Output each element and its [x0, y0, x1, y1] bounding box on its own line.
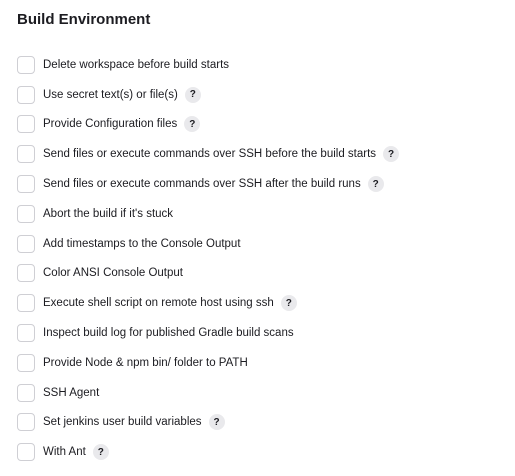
option-label[interactable]: Add timestamps to the Console Output [43, 235, 241, 253]
option-row[interactable]: Send files or execute commands over SSH … [17, 139, 507, 169]
option-label[interactable]: Execute shell script on remote host usin… [43, 294, 274, 312]
option-row[interactable]: Color ANSI Console Output [17, 259, 507, 289]
option-label[interactable]: Provide Node & npm bin/ folder to PATH [43, 354, 248, 372]
option-label[interactable]: Inspect build log for published Gradle b… [43, 324, 294, 342]
help-icon[interactable]: ? [367, 176, 384, 193]
option-label[interactable]: Color ANSI Console Output [43, 264, 183, 282]
option-checkbox[interactable] [17, 145, 35, 164]
option-label[interactable]: Send files or execute commands over SSH … [43, 145, 376, 163]
build-environment-section: Build Environment Delete workspace befor… [0, 0, 515, 476]
help-icon[interactable]: ? [92, 444, 109, 461]
option-checkbox[interactable] [17, 264, 35, 283]
option-checkbox[interactable] [17, 115, 35, 134]
option-row[interactable]: With Ant? [17, 437, 507, 467]
help-icon[interactable]: ? [280, 295, 297, 312]
option-label[interactable]: Delete workspace before build starts [43, 56, 229, 74]
option-label[interactable]: Set jenkins user build variables [43, 413, 202, 431]
option-row[interactable]: Provide Node & npm bin/ folder to PATH [17, 348, 507, 378]
option-checkbox[interactable] [17, 353, 35, 372]
option-row[interactable]: Provide Configuration files? [17, 110, 507, 140]
section-title: Build Environment [17, 11, 151, 28]
option-checkbox[interactable] [17, 204, 35, 223]
option-row[interactable]: Set jenkins user build variables? [17, 408, 507, 438]
help-icon[interactable]: ? [383, 146, 400, 163]
option-checkbox[interactable] [17, 383, 35, 402]
option-row[interactable]: Delete workspace before build starts [17, 50, 507, 80]
option-label[interactable]: SSH Agent [43, 384, 99, 402]
option-checkbox[interactable] [17, 85, 35, 104]
option-checkbox[interactable] [17, 294, 35, 313]
help-icon[interactable]: ? [208, 414, 225, 431]
option-label[interactable]: Use secret text(s) or file(s) [43, 86, 178, 104]
option-label[interactable]: Abort the build if it's stuck [43, 205, 173, 223]
option-checkbox[interactable] [17, 443, 35, 462]
build-environment-options: Delete workspace before build starts Use … [17, 50, 507, 467]
option-row[interactable]: SSH Agent [17, 378, 507, 408]
option-row[interactable]: Abort the build if it's stuck [17, 199, 507, 229]
option-checkbox[interactable] [17, 234, 35, 253]
help-icon[interactable]: ? [184, 116, 201, 133]
option-checkbox[interactable] [17, 175, 35, 194]
option-row[interactable]: Send files or execute commands over SSH … [17, 169, 507, 199]
option-label[interactable]: With Ant [43, 443, 86, 461]
option-row[interactable]: Use secret text(s) or file(s)? [17, 80, 507, 110]
option-checkbox[interactable] [17, 55, 35, 74]
option-label[interactable]: Send files or execute commands over SSH … [43, 175, 361, 193]
option-row[interactable]: Inspect build log for published Gradle b… [17, 318, 507, 348]
option-label[interactable]: Provide Configuration files [43, 115, 177, 133]
help-icon[interactable]: ? [184, 86, 201, 103]
option-row[interactable]: Execute shell script on remote host usin… [17, 288, 507, 318]
option-checkbox[interactable] [17, 413, 35, 432]
option-checkbox[interactable] [17, 324, 35, 343]
option-row[interactable]: Add timestamps to the Console Output [17, 229, 507, 259]
